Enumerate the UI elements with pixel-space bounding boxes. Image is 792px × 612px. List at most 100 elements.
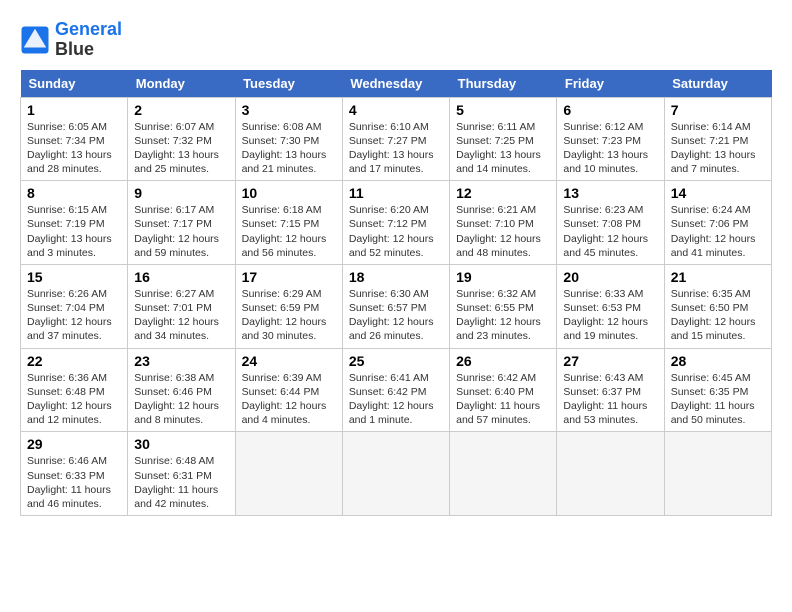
table-row: 4 Sunrise: 6:10 AMSunset: 7:27 PMDayligh… [342, 97, 449, 181]
date-number: 27 [563, 353, 657, 369]
cell-info: Sunrise: 6:21 AMSunset: 7:10 PMDaylight:… [456, 203, 550, 260]
cell-info: Sunrise: 6:10 AMSunset: 7:27 PMDaylight:… [349, 120, 443, 177]
cell-info: Sunrise: 6:07 AMSunset: 7:32 PMDaylight:… [134, 120, 228, 177]
cell-info: Sunrise: 6:41 AMSunset: 6:42 PMDaylight:… [349, 371, 443, 428]
week-row: 29 Sunrise: 6:46 AMSunset: 6:33 PMDaylig… [21, 432, 772, 516]
date-number: 13 [563, 185, 657, 201]
date-number: 25 [349, 353, 443, 369]
table-row: 27 Sunrise: 6:43 AMSunset: 6:37 PMDaylig… [557, 348, 664, 432]
week-row: 15 Sunrise: 6:26 AMSunset: 7:04 PMDaylig… [21, 264, 772, 348]
table-row: 2 Sunrise: 6:07 AMSunset: 7:32 PMDayligh… [128, 97, 235, 181]
cell-info: Sunrise: 6:33 AMSunset: 6:53 PMDaylight:… [563, 287, 657, 344]
table-row: 17 Sunrise: 6:29 AMSunset: 6:59 PMDaylig… [235, 264, 342, 348]
cell-info: Sunrise: 6:42 AMSunset: 6:40 PMDaylight:… [456, 371, 550, 428]
cell-info: Sunrise: 6:24 AMSunset: 7:06 PMDaylight:… [671, 203, 765, 260]
week-row: 1 Sunrise: 6:05 AMSunset: 7:34 PMDayligh… [21, 97, 772, 181]
cell-info: Sunrise: 6:17 AMSunset: 7:17 PMDaylight:… [134, 203, 228, 260]
col-friday: Friday [557, 70, 664, 98]
table-row: 7 Sunrise: 6:14 AMSunset: 7:21 PMDayligh… [664, 97, 771, 181]
table-row: 30 Sunrise: 6:48 AMSunset: 6:31 PMDaylig… [128, 432, 235, 516]
cell-info: Sunrise: 6:46 AMSunset: 6:33 PMDaylight:… [27, 454, 121, 511]
cell-info: Sunrise: 6:35 AMSunset: 6:50 PMDaylight:… [671, 287, 765, 344]
week-row: 8 Sunrise: 6:15 AMSunset: 7:19 PMDayligh… [21, 181, 772, 265]
logo-icon [20, 25, 50, 55]
table-row [450, 432, 557, 516]
date-number: 7 [671, 102, 765, 118]
date-number: 29 [27, 436, 121, 452]
cell-info: Sunrise: 6:26 AMSunset: 7:04 PMDaylight:… [27, 287, 121, 344]
table-row: 21 Sunrise: 6:35 AMSunset: 6:50 PMDaylig… [664, 264, 771, 348]
date-number: 26 [456, 353, 550, 369]
col-saturday: Saturday [664, 70, 771, 98]
table-row: 6 Sunrise: 6:12 AMSunset: 7:23 PMDayligh… [557, 97, 664, 181]
date-number: 28 [671, 353, 765, 369]
logo: General Blue [20, 20, 122, 60]
cell-info: Sunrise: 6:08 AMSunset: 7:30 PMDaylight:… [242, 120, 336, 177]
table-row [557, 432, 664, 516]
table-row: 1 Sunrise: 6:05 AMSunset: 7:34 PMDayligh… [21, 97, 128, 181]
cell-info: Sunrise: 6:15 AMSunset: 7:19 PMDaylight:… [27, 203, 121, 260]
cell-info: Sunrise: 6:38 AMSunset: 6:46 PMDaylight:… [134, 371, 228, 428]
date-number: 12 [456, 185, 550, 201]
calendar-table: Sunday Monday Tuesday Wednesday Thursday… [20, 70, 772, 516]
col-sunday: Sunday [21, 70, 128, 98]
table-row: 26 Sunrise: 6:42 AMSunset: 6:40 PMDaylig… [450, 348, 557, 432]
col-thursday: Thursday [450, 70, 557, 98]
col-monday: Monday [128, 70, 235, 98]
cell-info: Sunrise: 6:27 AMSunset: 7:01 PMDaylight:… [134, 287, 228, 344]
date-number: 30 [134, 436, 228, 452]
cell-info: Sunrise: 6:48 AMSunset: 6:31 PMDaylight:… [134, 454, 228, 511]
cell-info: Sunrise: 6:45 AMSunset: 6:35 PMDaylight:… [671, 371, 765, 428]
table-row: 11 Sunrise: 6:20 AMSunset: 7:12 PMDaylig… [342, 181, 449, 265]
cell-info: Sunrise: 6:30 AMSunset: 6:57 PMDaylight:… [349, 287, 443, 344]
cell-info: Sunrise: 6:05 AMSunset: 7:34 PMDaylight:… [27, 120, 121, 177]
date-number: 4 [349, 102, 443, 118]
cell-info: Sunrise: 6:39 AMSunset: 6:44 PMDaylight:… [242, 371, 336, 428]
date-number: 22 [27, 353, 121, 369]
table-row: 20 Sunrise: 6:33 AMSunset: 6:53 PMDaylig… [557, 264, 664, 348]
table-row: 29 Sunrise: 6:46 AMSunset: 6:33 PMDaylig… [21, 432, 128, 516]
table-row: 10 Sunrise: 6:18 AMSunset: 7:15 PMDaylig… [235, 181, 342, 265]
date-number: 1 [27, 102, 121, 118]
table-row: 22 Sunrise: 6:36 AMSunset: 6:48 PMDaylig… [21, 348, 128, 432]
table-row [342, 432, 449, 516]
table-row: 24 Sunrise: 6:39 AMSunset: 6:44 PMDaylig… [235, 348, 342, 432]
date-number: 21 [671, 269, 765, 285]
table-row: 18 Sunrise: 6:30 AMSunset: 6:57 PMDaylig… [342, 264, 449, 348]
date-number: 11 [349, 185, 443, 201]
cell-info: Sunrise: 6:12 AMSunset: 7:23 PMDaylight:… [563, 120, 657, 177]
table-row: 3 Sunrise: 6:08 AMSunset: 7:30 PMDayligh… [235, 97, 342, 181]
date-number: 15 [27, 269, 121, 285]
date-number: 19 [456, 269, 550, 285]
date-number: 23 [134, 353, 228, 369]
date-number: 6 [563, 102, 657, 118]
cell-info: Sunrise: 6:20 AMSunset: 7:12 PMDaylight:… [349, 203, 443, 260]
date-number: 17 [242, 269, 336, 285]
table-row [235, 432, 342, 516]
date-number: 20 [563, 269, 657, 285]
table-row: 14 Sunrise: 6:24 AMSunset: 7:06 PMDaylig… [664, 181, 771, 265]
col-wednesday: Wednesday [342, 70, 449, 98]
table-row: 16 Sunrise: 6:27 AMSunset: 7:01 PMDaylig… [128, 264, 235, 348]
logo-text: General Blue [55, 20, 122, 60]
table-row: 9 Sunrise: 6:17 AMSunset: 7:17 PMDayligh… [128, 181, 235, 265]
date-number: 16 [134, 269, 228, 285]
date-number: 3 [242, 102, 336, 118]
col-tuesday: Tuesday [235, 70, 342, 98]
table-row: 13 Sunrise: 6:23 AMSunset: 7:08 PMDaylig… [557, 181, 664, 265]
date-number: 24 [242, 353, 336, 369]
cell-info: Sunrise: 6:43 AMSunset: 6:37 PMDaylight:… [563, 371, 657, 428]
date-number: 8 [27, 185, 121, 201]
date-number: 14 [671, 185, 765, 201]
cell-info: Sunrise: 6:11 AMSunset: 7:25 PMDaylight:… [456, 120, 550, 177]
header-row: Sunday Monday Tuesday Wednesday Thursday… [21, 70, 772, 98]
date-number: 10 [242, 185, 336, 201]
week-row: 22 Sunrise: 6:36 AMSunset: 6:48 PMDaylig… [21, 348, 772, 432]
cell-info: Sunrise: 6:29 AMSunset: 6:59 PMDaylight:… [242, 287, 336, 344]
table-row: 25 Sunrise: 6:41 AMSunset: 6:42 PMDaylig… [342, 348, 449, 432]
table-row: 15 Sunrise: 6:26 AMSunset: 7:04 PMDaylig… [21, 264, 128, 348]
date-number: 2 [134, 102, 228, 118]
table-row: 8 Sunrise: 6:15 AMSunset: 7:19 PMDayligh… [21, 181, 128, 265]
table-row [664, 432, 771, 516]
table-row: 12 Sunrise: 6:21 AMSunset: 7:10 PMDaylig… [450, 181, 557, 265]
